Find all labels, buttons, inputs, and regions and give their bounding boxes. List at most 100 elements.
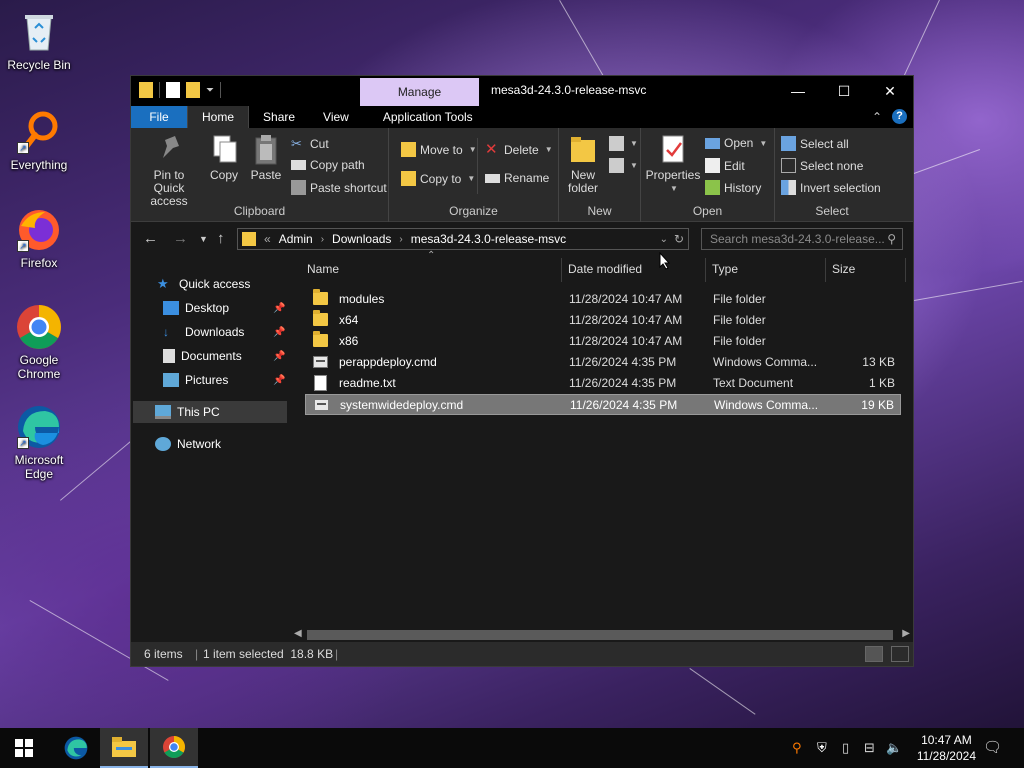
taskbar-chrome[interactable] bbox=[150, 728, 198, 768]
scroll-left-icon[interactable]: ◀ bbox=[294, 628, 302, 639]
maximize-button[interactable]: ☐ bbox=[821, 76, 867, 106]
edit-icon bbox=[705, 158, 720, 173]
chevron-right-icon: › bbox=[399, 233, 403, 245]
properties-button[interactable]: Properties ▼ bbox=[645, 132, 701, 195]
select-group: Select all Select none Invert selection … bbox=[775, 128, 889, 222]
customize-toolbar-icon[interactable]: ⏷ bbox=[206, 85, 214, 96]
breadcrumb-current[interactable]: mesa3d-24.3.0-release-msvc bbox=[411, 232, 566, 246]
manage-context-tab[interactable]: Manage bbox=[360, 78, 479, 106]
pin-icon[interactable]: 📌 bbox=[273, 327, 285, 338]
column-header-size[interactable]: Size bbox=[832, 262, 855, 276]
tab-home[interactable]: Home bbox=[187, 106, 250, 128]
easy-access-button[interactable]: ▼ bbox=[609, 158, 638, 173]
pin-icon[interactable]: 📌 bbox=[273, 303, 285, 314]
desktop-icon-firefox[interactable]: ↗ Firefox bbox=[1, 206, 77, 270]
nav-desktop[interactable]: Desktop bbox=[163, 301, 229, 315]
start-button[interactable] bbox=[0, 728, 48, 768]
file-row-selected[interactable]: systemwidedeploy.cmd 11/26/2024 4:35 PM … bbox=[305, 394, 901, 415]
scroll-right-icon[interactable]: ▶ bbox=[902, 628, 910, 639]
help-icon[interactable]: ? bbox=[892, 109, 907, 124]
title-bar[interactable]: ⏷ Manage mesa3d-24.3.0-release-msvc — ☐ … bbox=[131, 76, 913, 106]
collapse-ribbon-icon[interactable]: ⌃ bbox=[872, 110, 882, 124]
notifications-icon[interactable]: 🗨 bbox=[983, 738, 1002, 756]
move-to-button[interactable]: Move to ▼ bbox=[401, 142, 477, 157]
taskbar-clock[interactable]: 10:47 AM 11/28/2024 bbox=[917, 732, 976, 764]
recent-locations-button[interactable]: ▼ bbox=[199, 234, 208, 244]
desktop-icon-everything[interactable]: ↗ Everything bbox=[1, 108, 77, 172]
file-row[interactable]: x86 11/28/2024 10:47 AM File folder bbox=[305, 331, 901, 352]
breadcrumb-downloads[interactable]: Downloads bbox=[332, 232, 391, 246]
shortcut-arrow-icon: ↗ bbox=[17, 437, 29, 449]
mouse-cursor-icon bbox=[659, 251, 671, 273]
tab-file[interactable]: File bbox=[131, 106, 187, 128]
paste-shortcut-button[interactable]: Paste shortcut bbox=[291, 180, 387, 195]
taskbar-edge[interactable] bbox=[52, 728, 100, 768]
desktop-icon-chrome[interactable]: Google Chrome bbox=[1, 303, 77, 381]
forward-button[interactable]: → bbox=[173, 230, 188, 247]
search-input[interactable]: Search mesa3d-24.3.0-release... ⚲ bbox=[701, 228, 903, 250]
column-divider[interactable] bbox=[825, 258, 826, 282]
copy-to-button[interactable]: Copy to ▼ bbox=[401, 171, 475, 186]
nav-downloads[interactable]: ↓ Downloads bbox=[163, 325, 244, 339]
open-button[interactable]: Open ▼ bbox=[705, 136, 767, 150]
network-tray-icon[interactable]: ⊟ bbox=[864, 740, 875, 756]
properties-quick-icon[interactable] bbox=[166, 82, 180, 98]
details-view-button[interactable] bbox=[865, 646, 883, 662]
new-item-button[interactable]: ▼ bbox=[609, 136, 638, 151]
horizontal-scrollbar[interactable]: ◀ ▶ bbox=[291, 628, 913, 642]
chevron-down-icon[interactable]: ⌄ bbox=[660, 234, 668, 245]
ribbon-tabs: File Home Share View Application Tools ⌃… bbox=[131, 106, 913, 128]
edit-button[interactable]: Edit bbox=[705, 158, 745, 173]
desktop-icon-edge[interactable]: ↗ Microsoft Edge bbox=[1, 403, 77, 481]
file-row[interactable]: x64 11/28/2024 10:47 AM File folder bbox=[305, 310, 901, 331]
nav-pictures[interactable]: Pictures bbox=[163, 373, 228, 387]
tab-view[interactable]: View bbox=[309, 106, 363, 128]
pin-to-quick-access-button[interactable]: Pin to Quick access bbox=[137, 132, 201, 208]
desktop-icon-recycle-bin[interactable]: Recycle Bin bbox=[1, 8, 77, 72]
close-button[interactable]: ✕ bbox=[867, 76, 913, 106]
history-button[interactable]: History bbox=[705, 180, 761, 195]
new-folder-button[interactable]: New folder bbox=[563, 132, 603, 195]
new-folder-quick-icon[interactable] bbox=[186, 82, 200, 98]
delete-button[interactable]: ✕ Delete ▼ bbox=[485, 142, 553, 157]
pin-icon[interactable]: 📌 bbox=[273, 351, 285, 362]
tab-share[interactable]: Share bbox=[249, 106, 309, 128]
column-divider[interactable] bbox=[561, 258, 562, 282]
volume-muted-icon[interactable]: 🔈 bbox=[886, 740, 902, 756]
up-button[interactable]: ↑ bbox=[217, 230, 225, 247]
security-shield-icon[interactable]: ⛨ bbox=[817, 740, 827, 756]
invert-selection-button[interactable]: Invert selection bbox=[781, 180, 881, 195]
column-header-name[interactable]: Name bbox=[307, 262, 339, 276]
column-header-type[interactable]: Type bbox=[712, 262, 738, 276]
taskbar-file-explorer[interactable] bbox=[100, 728, 148, 768]
file-row[interactable]: modules 11/28/2024 10:47 AM File folder bbox=[305, 289, 901, 310]
rename-button[interactable]: Rename bbox=[485, 171, 549, 185]
file-row[interactable]: perappdeploy.cmd 11/26/2024 4:35 PM Wind… bbox=[305, 352, 901, 373]
select-all-button[interactable]: Select all bbox=[781, 136, 849, 151]
everything-tray-icon[interactable]: ⚲ bbox=[792, 740, 802, 756]
select-none-button[interactable]: Select none bbox=[781, 158, 863, 173]
column-divider[interactable] bbox=[705, 258, 706, 282]
nav-documents[interactable]: Documents bbox=[163, 349, 242, 363]
file-row[interactable]: readme.txt 11/26/2024 4:35 PM Text Docum… bbox=[305, 373, 901, 394]
copy-button[interactable]: Copy bbox=[205, 132, 243, 182]
nav-quick-access[interactable]: ★ Quick access bbox=[157, 277, 250, 292]
refresh-icon[interactable]: ↻ bbox=[674, 232, 684, 246]
pin-icon[interactable]: 📌 bbox=[273, 375, 285, 386]
large-icons-view-button[interactable] bbox=[891, 646, 909, 662]
cut-button[interactable]: ✂ Cut bbox=[291, 136, 329, 151]
nav-network[interactable]: Network bbox=[155, 437, 221, 451]
nav-this-pc[interactable]: This PC bbox=[155, 405, 220, 419]
minimize-button[interactable]: — bbox=[775, 76, 821, 106]
copy-path-button[interactable]: Copy path bbox=[291, 158, 365, 172]
address-bar[interactable]: « Admin › Downloads › mesa3d-24.3.0-rele… bbox=[237, 228, 689, 250]
column-header-date[interactable]: Date modified bbox=[568, 262, 642, 276]
column-divider[interactable] bbox=[905, 258, 906, 282]
scrollbar-thumb[interactable] bbox=[307, 630, 893, 640]
usb-device-icon[interactable]: ▯ bbox=[842, 740, 849, 756]
breadcrumb-overflow[interactable]: « bbox=[264, 232, 271, 246]
paste-button[interactable]: Paste bbox=[247, 132, 285, 182]
back-button[interactable]: ← bbox=[143, 230, 158, 247]
tab-application-tools[interactable]: Application Tools bbox=[369, 106, 487, 128]
breadcrumb-admin[interactable]: Admin bbox=[279, 232, 313, 246]
